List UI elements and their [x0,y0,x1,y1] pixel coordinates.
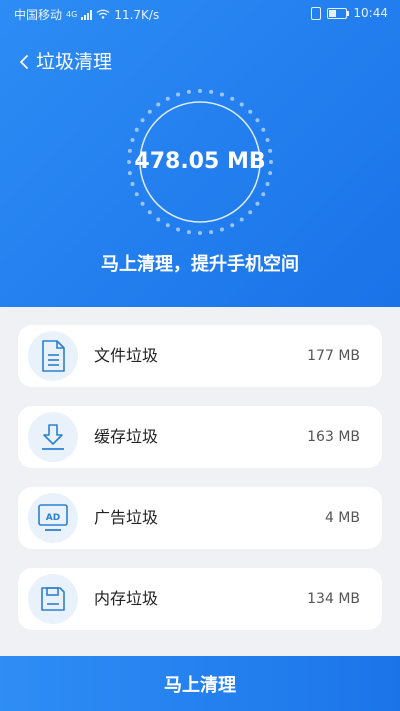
junk-item-size: 163 MB [307,429,360,445]
gauge-dot [255,201,260,206]
status-bar: 中国移动 4G 11.7K/s 10:44 [0,0,400,28]
junk-item-size: 4 MB [324,510,360,526]
gauge-dot [156,217,161,222]
gauge-dot [186,89,191,94]
gauge-dot [230,223,235,228]
gauge-dot [134,127,139,132]
junk-item-size: 134 MB [307,591,360,607]
gauge-dot [140,118,145,123]
clock: 10:44 [353,6,388,20]
gauge-dot [176,227,181,232]
gauge-dot [198,89,202,93]
junk-item-size: 177 MB [307,348,360,364]
junk-item-cache[interactable]: 缓存垃圾 163 MB [18,406,382,468]
gauge-dot [209,89,214,94]
slogan: 马上清理，提升手机空间 [101,254,299,275]
gauge-dot [156,102,161,107]
network-type: 4G [66,10,78,19]
gauge-dot [209,230,214,235]
download-icon [28,412,78,462]
carrier-name: 中国移动 [14,8,63,22]
gauge-dot [134,192,139,197]
gauge-dot [219,227,224,232]
gauge-dot [261,127,266,132]
page-title: 垃圾清理 [36,51,113,73]
header-panel: 中国移动 4G 11.7K/s 10:44 垃圾清理 478.05 MB 马上清… [0,0,400,307]
floppy-disk-icon [28,574,78,624]
svg-text:AD: AD [46,513,60,523]
size-gauge: 478.05 MB [125,87,275,237]
chevron-left-icon [20,55,28,69]
ad-icon: AD [28,493,78,543]
gauge-dot [176,92,181,97]
gauge-dot [130,138,135,143]
gauge-dot [265,138,270,143]
vibrate-icon [311,6,322,20]
file-icon [28,331,78,381]
gauge-dot [248,210,253,215]
junk-item-label: 缓存垃圾 [94,427,159,446]
signal-icon [81,9,93,20]
gauge-dot [265,181,270,186]
toolbar: 垃圾清理 [0,44,400,80]
junk-item-label: 文件垃圾 [94,346,159,365]
gauge-dot [239,102,244,107]
total-size: 478.05 MB [134,149,266,174]
status-right: 10:44 [311,6,388,20]
gauge-dot [248,109,253,114]
back-button[interactable] [12,50,36,74]
gauge-dot [147,109,152,114]
gauge-dot [140,201,145,206]
junk-item-ad[interactable]: AD 广告垃圾 4 MB [18,487,382,549]
gauge-dot [239,217,244,222]
gauge-dot [130,181,135,186]
gauge-dot [186,230,191,235]
gauge-dot [165,223,170,228]
wifi-icon [96,8,110,22]
gauge-dot [165,96,170,101]
status-left: 中国移动 4G 11.7K/s [14,6,159,23]
junk-item-label: 内存垃圾 [94,589,159,608]
network-speed: 11.7K/s [114,7,160,22]
battery-icon [327,7,350,19]
gauge-dot [261,192,266,197]
junk-item-file[interactable]: 文件垃圾 177 MB [18,325,382,387]
junk-item-label: 广告垃圾 [94,508,159,527]
gauge-dot [255,118,260,123]
gauge-dot [219,92,224,97]
clean-now-button[interactable]: 马上清理 [0,656,400,711]
gauge-dot [147,210,152,215]
gauge-dot [230,96,235,101]
junk-item-memory[interactable]: 内存垃圾 134 MB [18,568,382,630]
gauge-dot [198,231,202,235]
